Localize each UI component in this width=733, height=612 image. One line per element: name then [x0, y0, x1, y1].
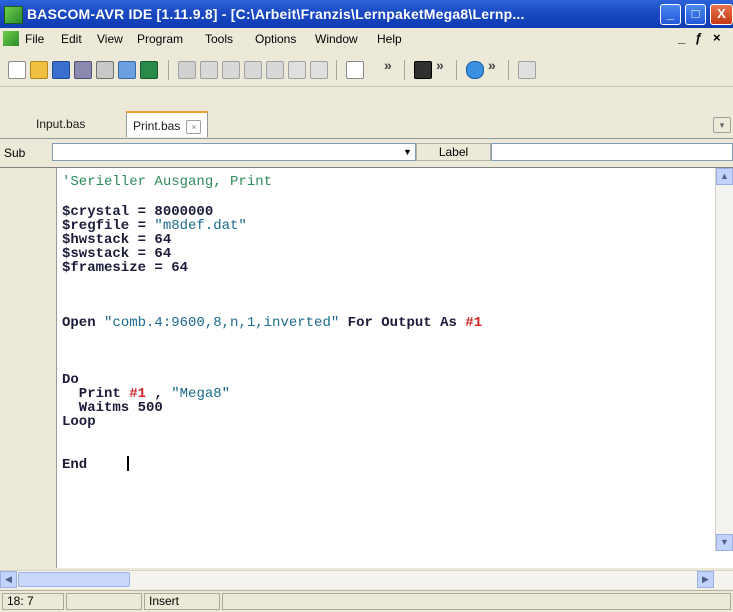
code-line-7: $framesize = 64 [62, 260, 189, 276]
toolbar-separator [404, 60, 405, 80]
minimize-button[interactable]: _ [660, 4, 681, 25]
vertical-scrollbar[interactable]: ▲ ▼ [715, 168, 733, 551]
save-icon[interactable] [52, 61, 70, 79]
text-cursor [127, 456, 129, 471]
find-next-icon[interactable] [310, 61, 328, 79]
tab-strip: Input.bas Print.bas × ▾ [0, 111, 733, 139]
code-editor[interactable]: 'Serieller Ausgang, Print $crystal = 800… [0, 167, 733, 589]
window-title: BASCOM-AVR IDE [1.11.9.8] - [C:\Arbeit\F… [27, 6, 525, 22]
menu-file[interactable]: File [25, 32, 44, 46]
tab-scroll-icon[interactable]: ▾ [713, 117, 731, 133]
menu-window[interactable]: Window [315, 32, 358, 46]
menu-edit[interactable]: Edit [61, 32, 82, 46]
paste-icon[interactable] [222, 61, 240, 79]
code-line-10: Open "comb.4:9600,8,n,1,inverted" For Ou… [62, 315, 483, 331]
chip-icon[interactable] [140, 61, 158, 79]
menu-options[interactable]: Options [255, 32, 296, 46]
toolbar-separator [168, 60, 169, 80]
close-tab-icon[interactable]: × [186, 119, 202, 134]
code-line-4: $regfile = "m8def.dat" [62, 218, 247, 234]
menu-tools[interactable]: Tools [205, 32, 233, 46]
mdi-close-button[interactable]: × [713, 30, 721, 45]
close-button[interactable]: X [710, 4, 733, 25]
code-line-15: Waitms 500 [62, 400, 163, 416]
toolbar-separator [508, 60, 509, 80]
copy-icon[interactable] [200, 61, 218, 79]
insert-mode-indicator: Insert [144, 593, 220, 610]
scroll-left-icon[interactable]: ◀ [0, 571, 17, 588]
scroll-up-icon[interactable]: ▲ [716, 168, 733, 185]
open-folder-icon[interactable] [30, 61, 48, 79]
tab-label: Print.bas [133, 119, 181, 133]
mdi-minimize-button[interactable]: _ [678, 30, 685, 45]
outdent-icon[interactable] [266, 61, 284, 79]
find-icon[interactable] [288, 61, 306, 79]
code-line-3: $crystal = 8000000 [62, 204, 214, 220]
title-bar[interactable]: BASCOM-AVR IDE [1.11.9.8] - [C:\Arbeit\F… [0, 0, 733, 28]
mdi-restore-button[interactable]: ƒ [695, 30, 702, 45]
document-icon[interactable] [3, 31, 19, 46]
cut-icon[interactable] [178, 61, 196, 79]
menu-bar: File Edit View Program Tools Options Win… [0, 28, 733, 50]
code-line-6: $swstack = 64 [62, 246, 172, 262]
tab-print-bas[interactable]: Print.bas × [126, 111, 209, 137]
menu-help[interactable]: Help [377, 32, 402, 46]
toolbar-separator [456, 60, 457, 80]
bookmark-icon[interactable] [346, 61, 364, 79]
menu-program[interactable]: Program [137, 32, 183, 46]
toolbar-chevron[interactable]: » [488, 57, 496, 73]
status-message [222, 593, 731, 610]
label-button[interactable]: Label [416, 143, 491, 161]
indent-icon[interactable] [244, 61, 262, 79]
status-cell-modified [66, 593, 142, 610]
print-icon[interactable] [96, 61, 114, 79]
sub-label: Sub [4, 146, 26, 160]
maximize-button[interactable]: □ [685, 4, 706, 25]
line-gutter[interactable] [0, 168, 57, 568]
toolbar: » » » [0, 50, 733, 87]
label-field[interactable] [491, 143, 733, 161]
help-icon[interactable] [518, 61, 536, 79]
code-line-5: $hwstack = 64 [62, 232, 172, 248]
code-area[interactable]: 'Serieller Ausgang, Print $crystal = 800… [62, 175, 482, 472]
save-as-icon[interactable] [74, 61, 92, 79]
print-preview-icon[interactable] [118, 61, 136, 79]
scroll-down-icon[interactable]: ▼ [716, 534, 733, 551]
app-icon[interactable] [4, 6, 23, 24]
code-line-16: Loop [62, 414, 96, 430]
status-bar: 18: 7 Insert [0, 590, 733, 612]
code-line-14: Print #1 , "Mega8" [62, 386, 231, 402]
program-chip-icon[interactable] [414, 61, 432, 79]
cursor-position: 18: 7 [2, 593, 64, 610]
toolbar-separator [336, 60, 337, 80]
menu-view[interactable]: View [97, 32, 123, 46]
toolbar-chevron[interactable]: » [384, 57, 392, 73]
scroll-right-icon[interactable]: ▶ [697, 571, 714, 588]
horizontal-scroll-thumb[interactable] [18, 572, 130, 587]
navigation-bar: Sub ▼ Label [0, 140, 733, 165]
horizontal-scrollbar[interactable]: ◀ ▶ [0, 570, 733, 589]
toolbar-chevron[interactable]: » [436, 57, 444, 73]
simulate-icon[interactable] [466, 61, 484, 79]
code-line-13: Do [62, 372, 79, 388]
code-line-18: End [62, 457, 88, 473]
new-file-icon[interactable] [8, 61, 26, 79]
sub-dropdown[interactable] [52, 143, 416, 161]
chevron-down-icon[interactable]: ▼ [399, 143, 416, 161]
code-line-1: 'Serieller Ausgang, Print [62, 174, 273, 190]
tab-input-bas[interactable]: Input.bas [30, 111, 91, 137]
